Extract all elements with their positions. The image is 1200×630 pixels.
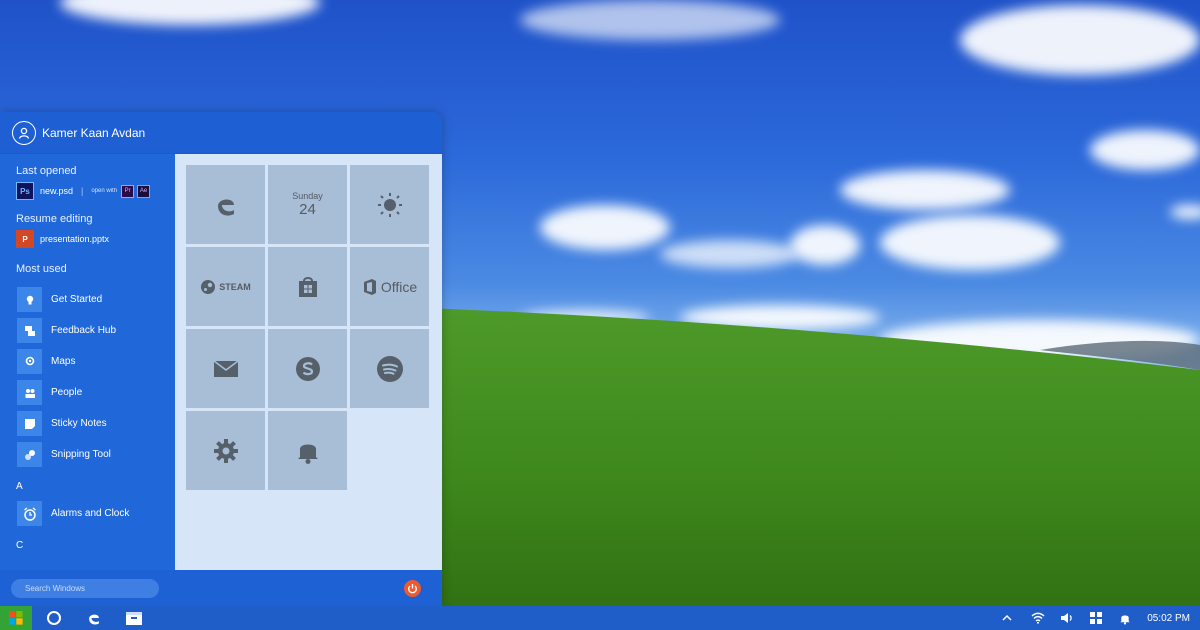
app-label: Maps [51,356,76,367]
tile-weather[interactable] [350,165,429,244]
recent-file-name: new.psd [40,186,74,196]
tile-settings[interactable] [186,411,265,490]
sun-icon [377,192,402,217]
map-pin-icon [17,349,42,374]
after-effects-icon[interactable]: Ae [137,184,151,198]
bell-icon [297,444,318,464]
cortana-circle-icon [47,611,61,625]
app-item-people[interactable]: People [0,377,175,408]
most-used-list: Get Started Feedback Hub Maps People Sti… [0,284,175,470]
tray-tablet-mode[interactable] [1081,606,1110,630]
grid-icon [1089,612,1102,624]
powerpoint-icon: P [16,230,34,248]
tile-store[interactable] [268,247,347,326]
skype-icon [295,356,320,381]
start-footer: Search Windows [0,570,442,606]
folder-icon [126,612,142,625]
recent-file-new-psd[interactable]: Ps new.psd | open with Pr Ae [0,180,175,202]
resume-editing-label: Resume editing [16,213,93,225]
tile-office[interactable]: Office [350,247,429,326]
recent-file-presentation[interactable]: P presentation.pptx [0,228,175,250]
app-label: People [51,387,83,398]
power-button[interactable] [404,580,421,597]
mail-icon [213,359,238,377]
app-item-alarms-clock[interactable]: Alarms and Clock [0,498,175,529]
app-item-maps[interactable]: Maps [0,346,175,377]
alpha-letter-a[interactable]: A [0,476,175,498]
taskbar-edge[interactable] [74,606,114,630]
recent-file-name: presentation.pptx [40,234,110,244]
alpha-letter-c[interactable]: C [0,535,175,557]
tile-spotify[interactable] [350,329,429,408]
search-input[interactable]: Search Windows [11,579,159,598]
bell-icon [1120,615,1130,624]
clock[interactable]: 05:02 PM [1139,613,1200,624]
app-label: Sticky Notes [51,418,107,429]
app-item-get-started[interactable]: Get Started [0,284,175,315]
tray-volume[interactable] [1052,606,1081,630]
edge-icon [217,198,234,216]
office-icon [363,278,376,295]
tile-skype[interactable] [268,329,347,408]
user-header[interactable]: Kamer Kaan Avdan [0,112,442,154]
calendar-day: Sunday [292,191,323,201]
tile-steam[interactable]: STEAM [186,247,265,326]
taskbar: 05:02 PM [0,606,1200,630]
tile-notifications[interactable] [268,411,347,490]
gear-icon [213,438,238,463]
user-name: Kamer Kaan Avdan [42,125,146,140]
system-tray: 05:02 PM [992,606,1200,630]
app-item-sticky-notes[interactable]: Sticky Notes [0,408,175,439]
most-used-label: Most used [16,263,67,275]
feedback-icon [17,318,42,343]
start-left-column: Last opened Ps new.psd | open with Pr Ae… [0,154,175,570]
start-menu: Kamer Kaan Avdan Last opened Ps new.psd … [0,112,442,606]
tile-calendar[interactable]: Sunday 24 [268,165,347,244]
tile-mail[interactable] [186,329,265,408]
app-label: Feedback Hub [51,325,117,336]
spotify-icon [376,355,403,382]
power-icon [408,584,417,594]
photoshop-icon: Ps [16,182,34,200]
tray-notifications[interactable] [1110,606,1139,630]
tile-edge[interactable] [186,165,265,244]
start-button[interactable] [0,606,32,630]
steam-label: STEAM [219,281,251,292]
app-label: Snipping Tool [51,449,111,460]
alarm-clock-icon [17,501,42,526]
people-icon [17,380,42,405]
app-label: Alarms and Clock [51,508,130,519]
user-avatar-icon [12,120,36,145]
scissors-icon [17,442,42,467]
taskbar-cortana[interactable] [34,606,74,630]
open-with-label: open with [91,188,118,194]
speaker-icon [1060,613,1072,623]
office-label: Office [380,278,418,295]
app-item-feedback-hub[interactable]: Feedback Hub [0,315,175,346]
sticky-note-icon [17,411,42,436]
taskbar-file-explorer[interactable] [114,606,154,630]
wifi-icon [1031,612,1045,624]
lightbulb-icon [17,287,42,312]
app-label: Get Started [51,294,103,305]
edge-icon [89,614,99,625]
calendar-date: 24 [299,201,316,218]
windows-logo-icon [9,611,23,625]
chevron-up-icon [1002,614,1012,621]
store-bag-icon [298,276,317,297]
last-opened-label: Last opened [16,165,77,177]
app-item-snipping-tool[interactable]: Snipping Tool [0,439,175,470]
tray-overflow[interactable] [992,606,1021,630]
steam-icon [201,279,216,294]
tiles-area: Sunday 24 STEAM Office [175,154,442,570]
tray-wifi[interactable] [1023,606,1052,630]
premiere-icon[interactable]: Pr [121,184,135,198]
